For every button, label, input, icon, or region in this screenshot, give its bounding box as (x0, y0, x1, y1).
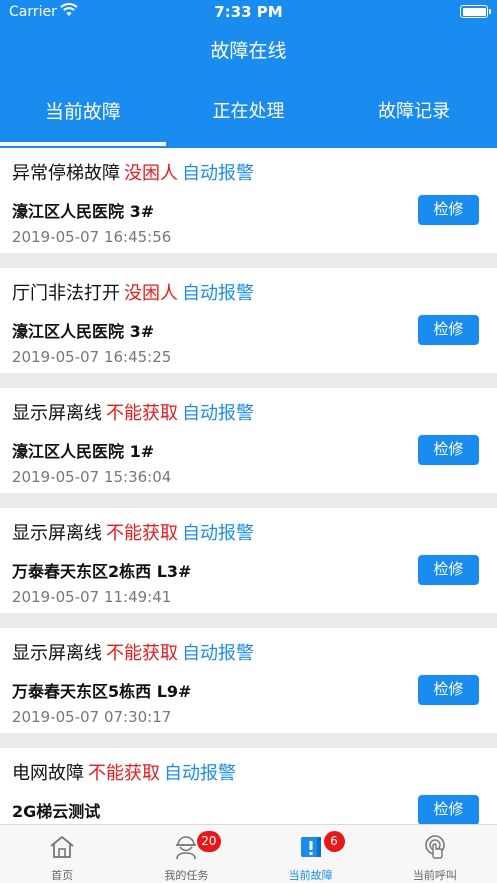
fault-count-badge: 6 (323, 831, 345, 852)
fault-type: 厅门非法打开 (12, 283, 120, 304)
repair-button[interactable]: 检修 (418, 315, 479, 345)
fault-card: 电网故障 不能获取 自动报警 2G梯云测试 检修 (0, 748, 497, 824)
trapped-status: 不能获取 (106, 643, 178, 664)
alarm-source: 自动报警 (164, 763, 236, 784)
alarm-source: 自动报警 (182, 163, 254, 184)
tabbar-current-faults[interactable]: 6 当前故障 (249, 825, 373, 883)
fault-location: 濠江区人民医院 3# (12, 322, 155, 341)
alarm-source: 自动报警 (182, 403, 254, 424)
fault-card: 异常停梯故障 没困人 自动报警 濠江区人民医院 3# 2019-05-07 16:4… (0, 148, 497, 253)
fault-location: 2G梯云测试 (12, 802, 101, 821)
tabbar-home[interactable]: 首页 (0, 825, 124, 883)
fault-location: 万泰春天东区5栋西 L9# (12, 682, 192, 701)
worker-icon (176, 836, 197, 860)
fault-type: 显示屏离线 (12, 643, 102, 664)
tab-current-faults[interactable]: 当前故障 (0, 88, 166, 148)
touch-call-icon (425, 835, 445, 859)
fault-type: 异常停梯故障 (12, 163, 120, 184)
alarm-source: 自动报警 (182, 643, 254, 664)
tabbar-label: 当前呼叫 (412, 869, 457, 882)
alert-book-icon (300, 837, 321, 857)
fault-summary: 电网故障 不能获取 自动报警 (12, 759, 236, 785)
fault-type: 显示屏离线 (12, 523, 102, 544)
fault-time: 2019-05-07 16:45:25 (12, 348, 172, 366)
repair-button[interactable]: 检修 (418, 555, 479, 585)
fault-summary: 异常停梯故障 没困人 自动报警 (12, 159, 254, 185)
alarm-source: 自动报警 (182, 283, 254, 304)
trapped-status: 没困人 (124, 163, 178, 184)
fault-card: 显示屏离线 不能获取 自动报警 濠江区人民医院 1# 2019-05-07 15:3… (0, 388, 497, 493)
trapped-status: 不能获取 (106, 523, 178, 544)
fault-time: 2019-05-07 11:49:41 (12, 588, 172, 606)
status-time: 7:33 PM (214, 3, 283, 21)
tab-fault-records[interactable]: 故障记录 (331, 88, 497, 148)
fault-time: 2019-05-07 16:45:56 (12, 228, 172, 246)
tabbar-current-calls[interactable]: 当前呼叫 (373, 825, 497, 883)
alarm-source: 自动报警 (182, 523, 254, 544)
fault-list[interactable]: 异常停梯故障 没困人 自动报警 濠江区人民医院 3# 2019-05-07 16:4… (0, 148, 497, 824)
fault-location: 濠江区人民医院 3# (12, 202, 155, 221)
status-bar: Carrier 7:33 PM (0, 0, 497, 26)
tab-in-progress[interactable]: 正在处理 (166, 88, 332, 148)
fault-card: 厅门非法打开 没困人 自动报警 濠江区人民医院 3# 2019-05-07 16:4… (0, 268, 497, 373)
trapped-status: 没困人 (124, 283, 178, 304)
bottom-tab-bar: 首页 20 我的任务 6 当前故障 当前呼叫 (0, 824, 497, 883)
fault-summary: 厅门非法打开 没困人 自动报警 (12, 279, 254, 305)
fault-time: 2019-05-07 15:36:04 (12, 468, 172, 486)
tabbar-my-tasks[interactable]: 20 我的任务 (124, 825, 248, 883)
fault-summary: 显示屏离线 不能获取 自动报警 (12, 639, 254, 665)
home-icon (50, 836, 74, 858)
repair-button[interactable]: 检修 (418, 795, 479, 824)
repair-button[interactable]: 检修 (418, 435, 479, 465)
battery-icon (460, 5, 491, 18)
fault-card: 显示屏离线 不能获取 自动报警 万泰春天东区2栋西 L3# 2019-05-07 1… (0, 508, 497, 613)
tabbar-label: 我的任务 (164, 869, 209, 882)
tabbar-label: 当前故障 (288, 869, 333, 882)
task-count-badge: 20 (197, 831, 221, 852)
trapped-status: 不能获取 (88, 763, 160, 784)
fault-type: 电网故障 (12, 763, 84, 784)
fault-summary: 显示屏离线 不能获取 自动报警 (12, 519, 254, 545)
fault-summary: 显示屏离线 不能获取 自动报警 (12, 399, 254, 425)
repair-button[interactable]: 检修 (418, 195, 479, 225)
fault-type: 显示屏离线 (12, 403, 102, 424)
fault-location: 万泰春天东区2栋西 L3# (12, 562, 192, 581)
trapped-status: 不能获取 (106, 403, 178, 424)
fault-location: 濠江区人民医院 1# (12, 442, 155, 461)
fault-tabs: 当前故障 正在处理 故障记录 (0, 88, 497, 148)
page-title: 故障在线 (210, 40, 287, 62)
tabbar-label: 首页 (51, 869, 74, 882)
app-header: Carrier 7:33 PM 故障在线 当前故障 正在处理 故障记录 (0, 0, 497, 148)
fault-time: 2019-05-07 07:30:17 (12, 708, 172, 726)
fault-card: 显示屏离线 不能获取 自动报警 万泰春天东区5栋西 L9# 2019-05-07 0… (0, 628, 497, 733)
repair-button[interactable]: 检修 (418, 675, 479, 705)
